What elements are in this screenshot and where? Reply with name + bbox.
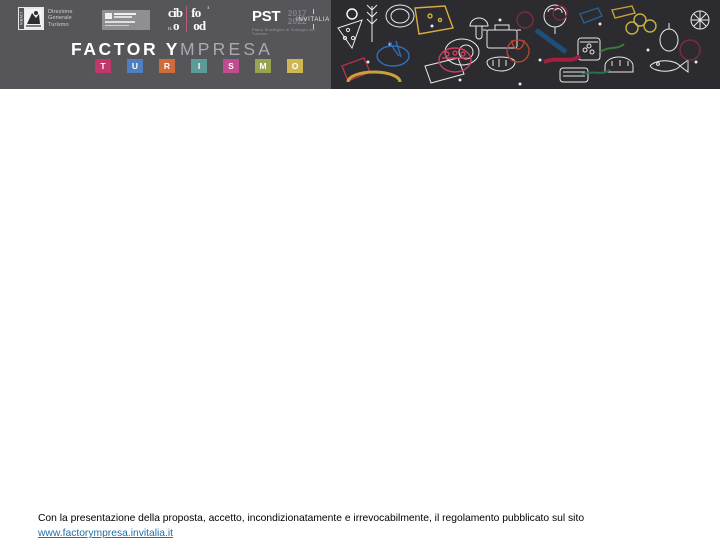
turismo-tile-o: O bbox=[287, 59, 303, 73]
slide-body: Con la presentazione della proposta, acc… bbox=[0, 89, 720, 540]
brand-light-text: MPRESA bbox=[179, 39, 274, 59]
mibact-emblem-icon: MiBACT bbox=[18, 7, 44, 30]
invitalia-tick-top bbox=[312, 9, 314, 14]
pst-tagline: Piano Strategico di Sviluppo del Turismo bbox=[252, 28, 316, 36]
brand-wordmark: FACTOR YMPRESA bbox=[71, 39, 274, 59]
factory-impresa-brand: FACTOR YMPRESA bbox=[71, 39, 274, 59]
cibo-food-divider bbox=[186, 6, 188, 32]
turismo-tile-s: S bbox=[223, 59, 239, 73]
food-bottom-text: od bbox=[193, 18, 206, 33]
dgt-line-1: Direzione bbox=[48, 8, 73, 15]
turismo-tile-i: I bbox=[191, 59, 207, 73]
dgt-line-2: Generale bbox=[48, 15, 72, 22]
invitalia-wordmark: INVITALIA bbox=[296, 15, 330, 23]
brand-y-text: Y bbox=[165, 39, 180, 59]
cibo-mark: cib o IL bbox=[168, 6, 183, 33]
brand-strong-text: FACTOR bbox=[71, 39, 159, 59]
turismo-tile-t: T bbox=[95, 59, 111, 73]
plaque-bar-1 bbox=[114, 13, 136, 15]
mibact-crest-icon bbox=[25, 9, 42, 28]
plaque-bar-4 bbox=[105, 24, 129, 26]
cibo-sub-text: IL bbox=[168, 25, 173, 31]
ministero-plaque-logo bbox=[102, 10, 150, 30]
cibo-food-logo: cib o IL fo od 3 bbox=[168, 5, 209, 33]
plaque-bar-3 bbox=[105, 21, 135, 23]
turismo-letter-tiles: TURISMO bbox=[95, 59, 303, 73]
dgt-wordmark: Direzione Generale Turismo bbox=[48, 9, 73, 29]
mibact-vertical-label: MiBACT bbox=[19, 8, 24, 29]
regulation-website-link[interactable]: www.factorympresa.invitalia.it bbox=[38, 527, 173, 540]
plaque-mark bbox=[105, 13, 112, 19]
turismo-tile-m: M bbox=[255, 59, 271, 73]
institutional-logo-row: MiBACT Direzione Generale Turismo cib o … bbox=[0, 0, 331, 40]
plaque-bar-2 bbox=[114, 16, 132, 18]
mibact-dgt-logo: MiBACT Direzione Generale Turismo bbox=[18, 7, 73, 30]
invitalia-tick-bottom bbox=[312, 24, 314, 29]
consent-paragraph: Con la presentazione della proposta, acc… bbox=[38, 512, 658, 540]
turismo-tile-r: R bbox=[159, 59, 175, 73]
pst-acronym: PST bbox=[252, 8, 281, 25]
consent-sentence: Con la presentazione della proposta, acc… bbox=[38, 513, 585, 524]
plaque-graphic bbox=[102, 10, 150, 30]
turismo-tile-u: U bbox=[127, 59, 143, 73]
dgt-line-3: Turismo bbox=[48, 21, 69, 28]
food-mark: fo od 3 bbox=[191, 5, 209, 33]
slide-page: MiBACT Direzione Generale Turismo cib o … bbox=[0, 0, 720, 540]
food-sub-text: 3 bbox=[207, 5, 210, 10]
cibo-bottom-text: o bbox=[173, 18, 180, 33]
invitalia-logo: INVITALIA bbox=[286, 9, 340, 29]
header-banner: MiBACT Direzione Generale Turismo cib o … bbox=[0, 0, 720, 89]
